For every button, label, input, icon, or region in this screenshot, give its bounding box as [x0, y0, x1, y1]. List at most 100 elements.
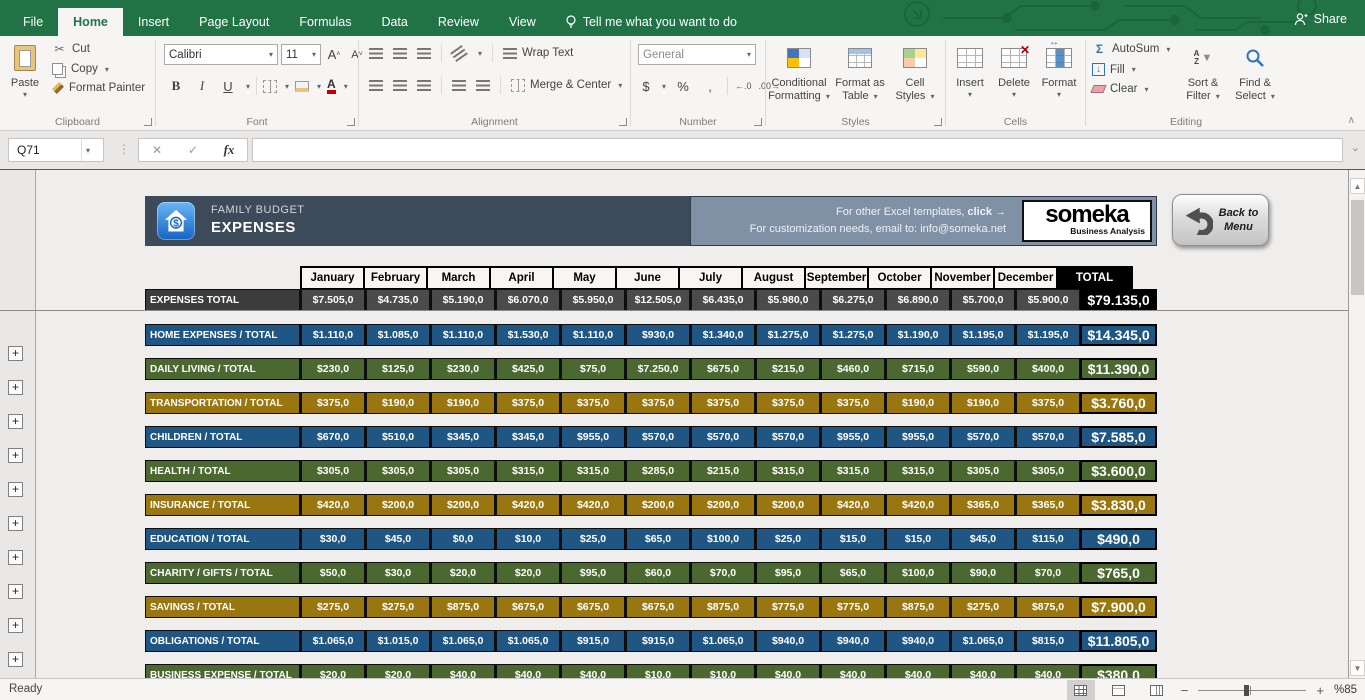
back-to-menu-button[interactable]: Back toMenu	[1172, 194, 1269, 246]
category-value-august[interactable]: $40,0	[755, 664, 820, 678]
italic-button[interactable]: I	[192, 76, 212, 96]
expand-formula-bar-button[interactable]: ⌄	[1351, 141, 1360, 154]
copy-button[interactable]: Copy ▾	[52, 63, 145, 75]
category-value-november[interactable]: $40,0	[950, 664, 1015, 678]
category-value-september[interactable]: $775,0	[820, 596, 885, 618]
styles-dialog-launcher[interactable]	[934, 118, 942, 126]
category-value-april[interactable]: $10,0	[495, 528, 560, 550]
month-header-september[interactable]: September	[804, 266, 869, 290]
category-value-september[interactable]: $955,0	[820, 426, 885, 448]
category-value-july[interactable]: $570,0	[690, 426, 755, 448]
category-value-november[interactable]: $1.065,0	[950, 630, 1015, 652]
zoom-slider[interactable]	[1198, 684, 1306, 696]
category-value-march[interactable]: $875,0	[430, 596, 495, 618]
category-label[interactable]: CHARITY / GIFTS / TOTAL	[145, 562, 300, 584]
expenses-total-value-november[interactable]: $5.700,0	[950, 289, 1015, 311]
font-name-dropdown-arrow[interactable]: ▾	[269, 50, 273, 59]
category-value-february[interactable]: $305,0	[365, 460, 430, 482]
font-size-dropdown-arrow[interactable]: ▾	[312, 50, 316, 59]
outline-expand-button[interactable]: +	[8, 584, 23, 599]
category-value-march[interactable]: $1.065,0	[430, 630, 495, 652]
expenses-total-value-april[interactable]: $6.070,0	[495, 289, 560, 311]
category-value-january[interactable]: $230,0	[300, 358, 365, 380]
fill-color-dropdown-arrow[interactable]: ▾	[317, 82, 321, 91]
category-label[interactable]: HOME EXPENSES / TOTAL	[145, 324, 300, 346]
wrap-text-button[interactable]: Wrap Text	[503, 47, 573, 59]
cell-styles-button[interactable]: CellStyles ▾	[890, 40, 940, 114]
alignment-dialog-launcher[interactable]	[619, 118, 627, 126]
category-value-june[interactable]: $915,0	[625, 630, 690, 652]
category-value-december[interactable]: $305,0	[1015, 460, 1080, 482]
zoom-in-button[interactable]: +	[1316, 683, 1324, 698]
category-value-july[interactable]: $675,0	[690, 358, 755, 380]
align-top-icon[interactable]	[369, 48, 383, 59]
align-left-icon[interactable]	[369, 80, 383, 91]
promo-click-link[interactable]: click →	[967, 206, 1006, 218]
number-format-combo[interactable]: General ▾	[638, 44, 756, 65]
category-value-october[interactable]: $955,0	[885, 426, 950, 448]
page-layout-view-button[interactable]	[1105, 680, 1133, 700]
expenses-total-sum[interactable]: $79.135,0	[1080, 289, 1157, 311]
category-label[interactable]: CHILDREN / TOTAL	[145, 426, 300, 448]
expenses-total-value-february[interactable]: $4.735,0	[365, 289, 430, 311]
merge-center-button[interactable]: Merge & Center ▾	[511, 79, 622, 92]
align-bottom-icon[interactable]	[417, 48, 431, 59]
category-value-october[interactable]: $315,0	[885, 460, 950, 482]
category-value-december[interactable]: $400,0	[1015, 358, 1080, 380]
category-value-may[interactable]: $25,0	[560, 528, 625, 550]
category-value-june[interactable]: $60,0	[625, 562, 690, 584]
category-total[interactable]: $3.600,0	[1080, 460, 1157, 482]
expenses-total-value-june[interactable]: $12.505,0	[625, 289, 690, 311]
category-value-october[interactable]: $40,0	[885, 664, 950, 678]
category-value-march[interactable]: $20,0	[430, 562, 495, 584]
category-value-may[interactable]: $955,0	[560, 426, 625, 448]
category-value-august[interactable]: $570,0	[755, 426, 820, 448]
ribbon-tab-view[interactable]: View	[494, 8, 551, 36]
category-value-november[interactable]: $1.195,0	[950, 324, 1015, 346]
category-value-august[interactable]: $375,0	[755, 392, 820, 414]
paste-dropdown-arrow[interactable]: ▾	[23, 90, 27, 99]
month-header-november[interactable]: November	[930, 266, 995, 290]
category-value-july[interactable]: $200,0	[690, 494, 755, 516]
vertical-scrollbar[interactable]: ▲ ▼	[1348, 170, 1365, 678]
category-value-may[interactable]: $315,0	[560, 460, 625, 482]
category-value-october[interactable]: $190,0	[885, 392, 950, 414]
underline-dropdown-arrow[interactable]: ▾	[246, 82, 250, 91]
category-value-august[interactable]: $775,0	[755, 596, 820, 618]
month-header-august[interactable]: August	[741, 266, 806, 290]
category-value-july[interactable]: $1.340,0	[690, 324, 755, 346]
outline-expand-button[interactable]: +	[8, 346, 23, 361]
category-value-november[interactable]: $365,0	[950, 494, 1015, 516]
category-value-august[interactable]: $215,0	[755, 358, 820, 380]
category-label[interactable]: BUSINESS EXPENSE / TOTAL	[145, 664, 300, 678]
delete-cells-button[interactable]: ✕ Delete ▾	[992, 40, 1036, 114]
category-value-february[interactable]: $30,0	[365, 562, 430, 584]
name-box-dropdown-arrow[interactable]: ▾	[81, 139, 94, 161]
category-value-august[interactable]: $200,0	[755, 494, 820, 516]
expenses-total-value-december[interactable]: $5.900,0	[1015, 289, 1080, 311]
category-value-march[interactable]: $200,0	[430, 494, 495, 516]
category-value-april[interactable]: $420,0	[495, 494, 560, 516]
formula-input[interactable]	[252, 138, 1343, 162]
category-total[interactable]: $3.830,0	[1080, 494, 1157, 516]
category-total[interactable]: $7.900,0	[1080, 596, 1157, 618]
category-label[interactable]: EDUCATION / TOTAL	[145, 528, 300, 550]
enter-button[interactable]: ✓	[179, 143, 207, 157]
category-value-december[interactable]: $375,0	[1015, 392, 1080, 414]
format-as-table-button[interactable]: Format asTable ▾	[832, 40, 888, 114]
category-value-february[interactable]: $190,0	[365, 392, 430, 414]
font-color-icon[interactable]: A	[327, 79, 336, 94]
ribbon-tab-home[interactable]: Home	[58, 8, 123, 36]
category-value-may[interactable]: $675,0	[560, 596, 625, 618]
category-value-december[interactable]: $115,0	[1015, 528, 1080, 550]
font-dialog-launcher[interactable]	[347, 118, 355, 126]
conditional-formatting-button[interactable]: ConditionalFormatting ▾	[768, 40, 830, 114]
category-value-may[interactable]: $1.110,0	[560, 324, 625, 346]
percent-style-button[interactable]: %	[673, 76, 693, 96]
expenses-total-value-august[interactable]: $5.980,0	[755, 289, 820, 311]
worksheet[interactable]: ++++++++++ $ FAMILY BUDGET EXPENSES For …	[0, 169, 1365, 678]
category-value-july[interactable]: $70,0	[690, 562, 755, 584]
category-value-october[interactable]: $715,0	[885, 358, 950, 380]
category-value-may[interactable]: $40,0	[560, 664, 625, 678]
month-header-june[interactable]: June	[615, 266, 680, 290]
